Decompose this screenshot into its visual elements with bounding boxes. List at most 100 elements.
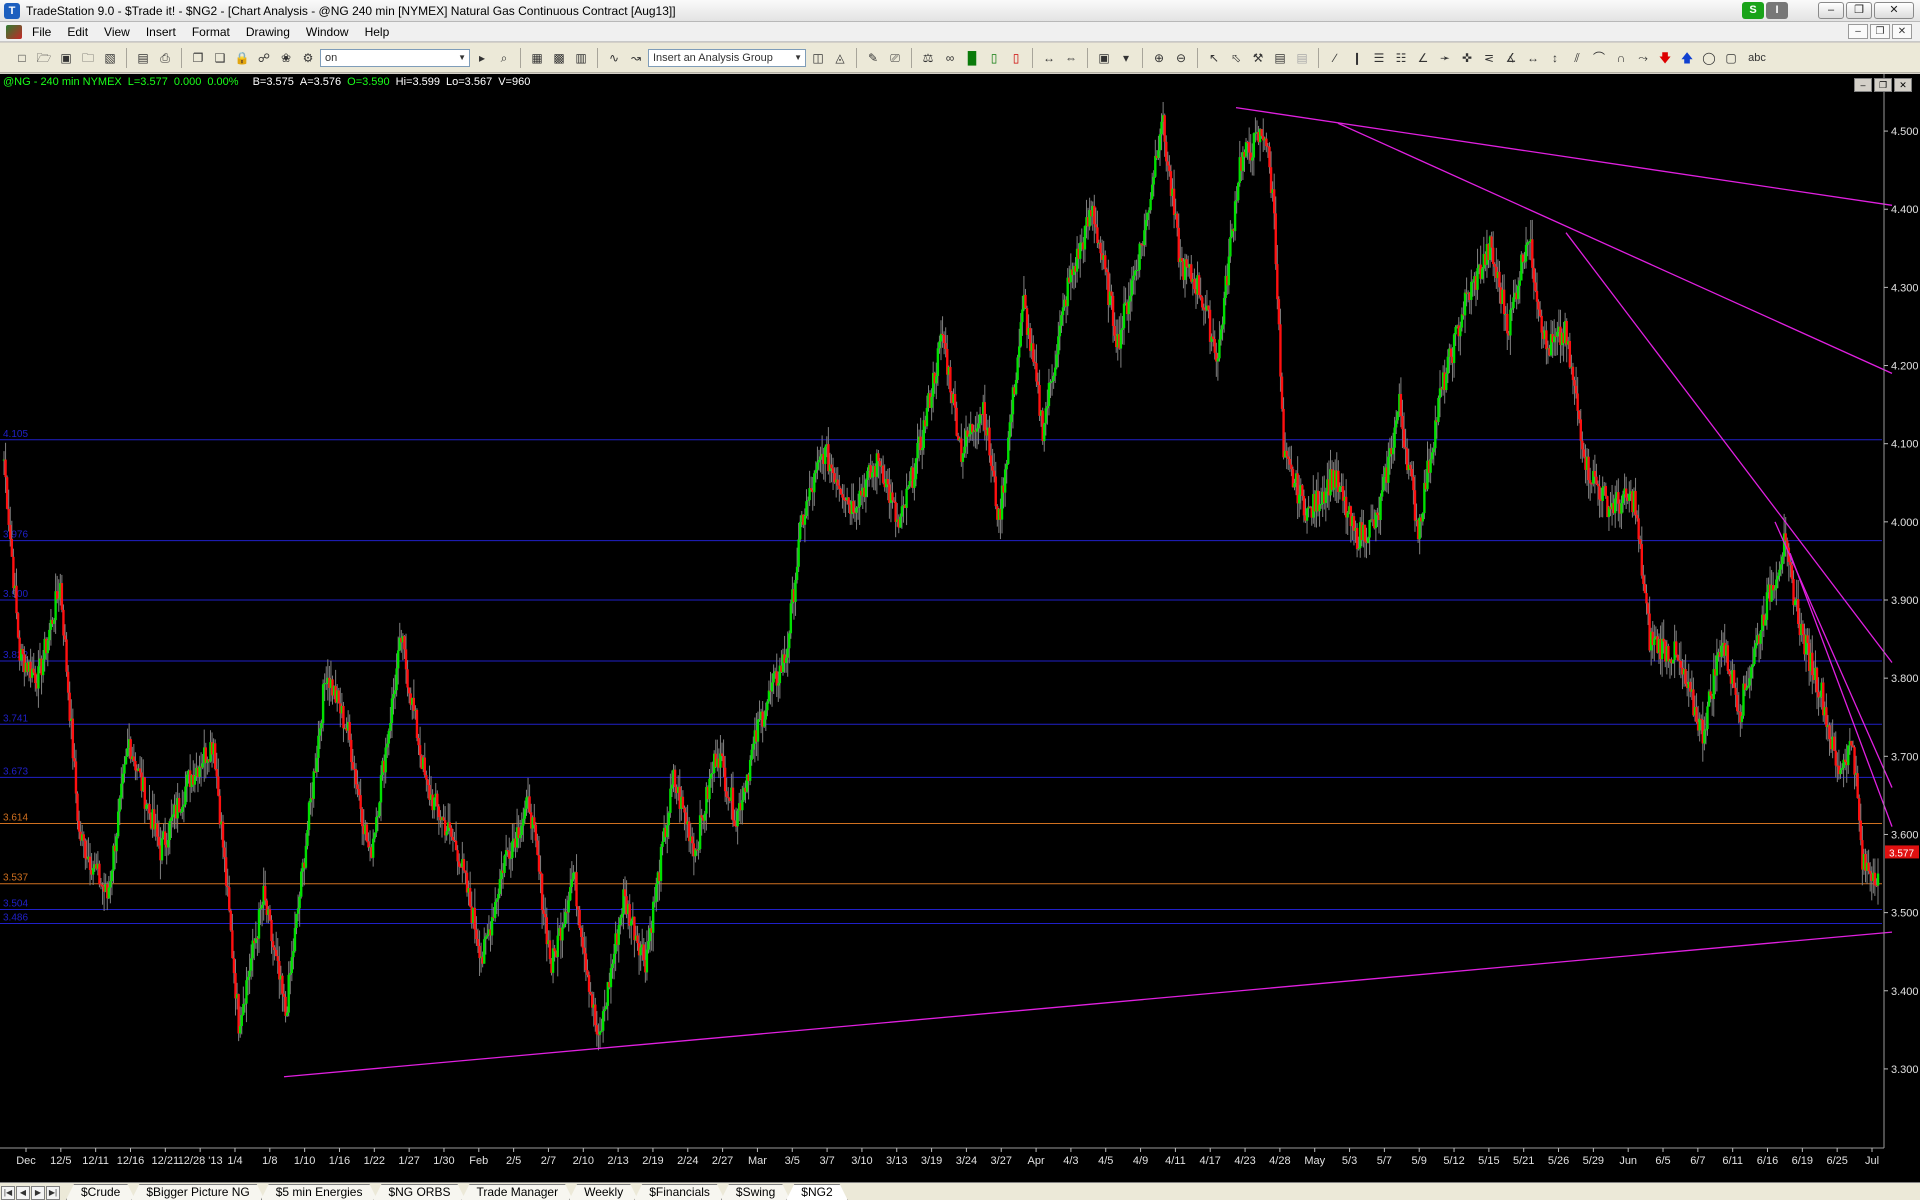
arrow-up-icon[interactable]: 🡅 (1677, 48, 1697, 68)
retracement-icon[interactable]: ☷ (1391, 48, 1411, 68)
doc-restore-button[interactable]: ❐ (1870, 24, 1890, 39)
tab-prev-button[interactable]: ◀ (16, 1186, 30, 1200)
open-folder-icon[interactable]: 🗁 (34, 48, 54, 68)
menu-help[interactable]: Help (357, 22, 398, 42)
candle-up (1043, 423, 1046, 442)
analysis-group-select[interactable]: Insert an Analysis Group (648, 48, 806, 67)
price-chart[interactable]: 4.1053.9763.9003.8223.7413.6733.6143.537… (0, 74, 1920, 1182)
symbol-input[interactable]: on (320, 48, 470, 67)
text-tool-button[interactable]: abc (1743, 48, 1771, 68)
strategy-icon[interactable]: ▩ (549, 48, 569, 68)
bar-spacing-icon[interactable]: ↔ (1039, 48, 1059, 68)
tab-last-button[interactable]: ▶| (46, 1186, 60, 1200)
arrow-down-icon[interactable]: 🡇 (1655, 48, 1675, 68)
tab-next-button[interactable]: ▶ (31, 1186, 45, 1200)
manage-group-icon[interactable]: ◬ (830, 48, 850, 68)
disabled-tool-icon[interactable]: ▤ (1292, 48, 1312, 68)
settings-icon[interactable]: ⚙ (298, 48, 318, 68)
andrews-fork-icon[interactable]: ⋜ (1479, 48, 1499, 68)
tab-weekly[interactable]: Weekly (569, 1184, 638, 1200)
restore-button[interactable]: ❐ (1846, 2, 1872, 19)
paste-window-icon[interactable]: ❑ (210, 48, 230, 68)
bar-compress-icon[interactable]: ⇔ (1061, 48, 1081, 68)
chart-restore-button[interactable]: ❐ (1874, 78, 1892, 92)
vertical-lines-icon[interactable]: ❙ (1347, 48, 1367, 68)
candle-chart-icon[interactable]: █ (962, 48, 982, 68)
lookup-icon[interactable]: ⌕ (494, 48, 514, 68)
format-icon[interactable]: ✎ (863, 48, 883, 68)
menu-window[interactable]: Window (298, 22, 357, 42)
vertical-arrow-icon[interactable]: ↕ (1545, 48, 1565, 68)
tab-ng2[interactable]: $NG2 (786, 1184, 847, 1200)
copy-window-icon[interactable]: ❐ (188, 48, 208, 68)
zoom-in-icon[interactable]: ⊕ (1149, 48, 1169, 68)
tab-financials[interactable]: $Financials (634, 1184, 725, 1200)
menu-format[interactable]: Format (184, 22, 238, 42)
lock-icon[interactable]: 🔒 (232, 48, 252, 68)
trendline-icon[interactable]: ∕ (1325, 48, 1345, 68)
template-icon[interactable]: ▤ (1270, 48, 1290, 68)
bar-chart-icon[interactable]: ⚖ (918, 48, 938, 68)
insert-group-icon[interactable]: ◫ (808, 48, 828, 68)
doc-close-button[interactable]: ✕ (1892, 24, 1912, 39)
horizontal-lines-icon[interactable]: ☰ (1369, 48, 1389, 68)
chart-minimize-button[interactable]: – (1854, 78, 1872, 92)
menu-view[interactable]: View (96, 22, 138, 42)
select-icon[interactable]: ⬁ (1226, 48, 1246, 68)
status-badge-i[interactable]: I (1766, 2, 1788, 19)
fan-icon[interactable]: ∠ (1413, 48, 1433, 68)
tab-bigger-picture-ng[interactable]: $Bigger Picture NG (131, 1184, 264, 1200)
ellipse-icon[interactable]: ◯ (1699, 48, 1719, 68)
color-palette-icon[interactable]: ❀ (276, 48, 296, 68)
minimize-button[interactable]: – (1818, 2, 1844, 19)
tab-ng-orbs[interactable]: $NG ORBS (373, 1184, 465, 1200)
cycle-icon[interactable]: ∩ (1611, 48, 1631, 68)
tools-icon[interactable]: ⚒ (1248, 48, 1268, 68)
rectangle-icon[interactable]: ▢ (1721, 48, 1741, 68)
analysis-wave-icon[interactable]: ∿ (604, 48, 624, 68)
chevron-down-icon[interactable]: ▾ (1116, 48, 1136, 68)
menu-edit[interactable]: Edit (59, 22, 96, 42)
chart-area[interactable]: 4.1053.9763.9003.8223.7413.6733.6143.537… (0, 74, 1920, 1182)
document-icon[interactable] (6, 24, 22, 39)
link-icon[interactable]: ☍ (254, 48, 274, 68)
status-badge-s[interactable]: S (1742, 2, 1764, 19)
folder-icon[interactable]: ▧ (100, 48, 120, 68)
menu-drawing[interactable]: Drawing (238, 22, 298, 42)
analysis-trend-icon[interactable]: ↝ (626, 48, 646, 68)
freehand-icon[interactable]: ⤳ (1633, 48, 1653, 68)
tab-swing[interactable]: $Swing (721, 1184, 790, 1200)
new-icon[interactable]: □ (12, 48, 32, 68)
play-arrow-icon[interactable]: ▸ (472, 48, 492, 68)
candle-down (533, 817, 536, 825)
doc-minimize-button[interactable]: – (1848, 24, 1868, 39)
pointer-icon[interactable]: ↖ (1204, 48, 1224, 68)
menu-insert[interactable]: Insert (138, 22, 184, 42)
save-icon[interactable]: ▣ (56, 48, 76, 68)
data-window-icon[interactable]: ▥ (571, 48, 591, 68)
print-icon[interactable]: ⎙ (155, 48, 175, 68)
arc-icon[interactable]: ⌒ (1589, 48, 1609, 68)
print-preview-icon[interactable]: ▤ (133, 48, 153, 68)
menu-file[interactable]: File (24, 22, 59, 42)
candle-red-icon[interactable]: ▯ (1006, 48, 1026, 68)
chart-close-button[interactable]: ✕ (1894, 78, 1912, 92)
zoom-out-icon[interactable]: ⊖ (1171, 48, 1191, 68)
horizontal-arrow-icon[interactable]: ↔ (1523, 48, 1543, 68)
gann-icon[interactable]: ✜ (1457, 48, 1477, 68)
parallel-lines-icon[interactable]: ⫽ (1567, 48, 1587, 68)
open-workspace-icon[interactable]: 🗀 (78, 48, 98, 68)
chart-style-icon[interactable]: ▣ (1094, 48, 1114, 68)
speed-lines-icon[interactable]: ➛ (1435, 48, 1455, 68)
tab-crude[interactable]: $Crude (66, 1184, 135, 1200)
candle-hollow-icon[interactable]: ▯ (984, 48, 1004, 68)
line-chart-icon[interactable]: ∞ (940, 48, 960, 68)
tab-5-min-energies[interactable]: $5 min Energies (261, 1184, 378, 1200)
tab-trade-manager[interactable]: Trade Manager (461, 1184, 573, 1200)
indicator-icon[interactable]: ▦ (527, 48, 547, 68)
candle-down (1277, 299, 1281, 325)
format-window-icon[interactable]: ⎚ (885, 48, 905, 68)
angle-icon[interactable]: ∡ (1501, 48, 1521, 68)
tab-first-button[interactable]: |◀ (1, 1186, 15, 1200)
close-button[interactable]: ✕ (1874, 2, 1914, 19)
